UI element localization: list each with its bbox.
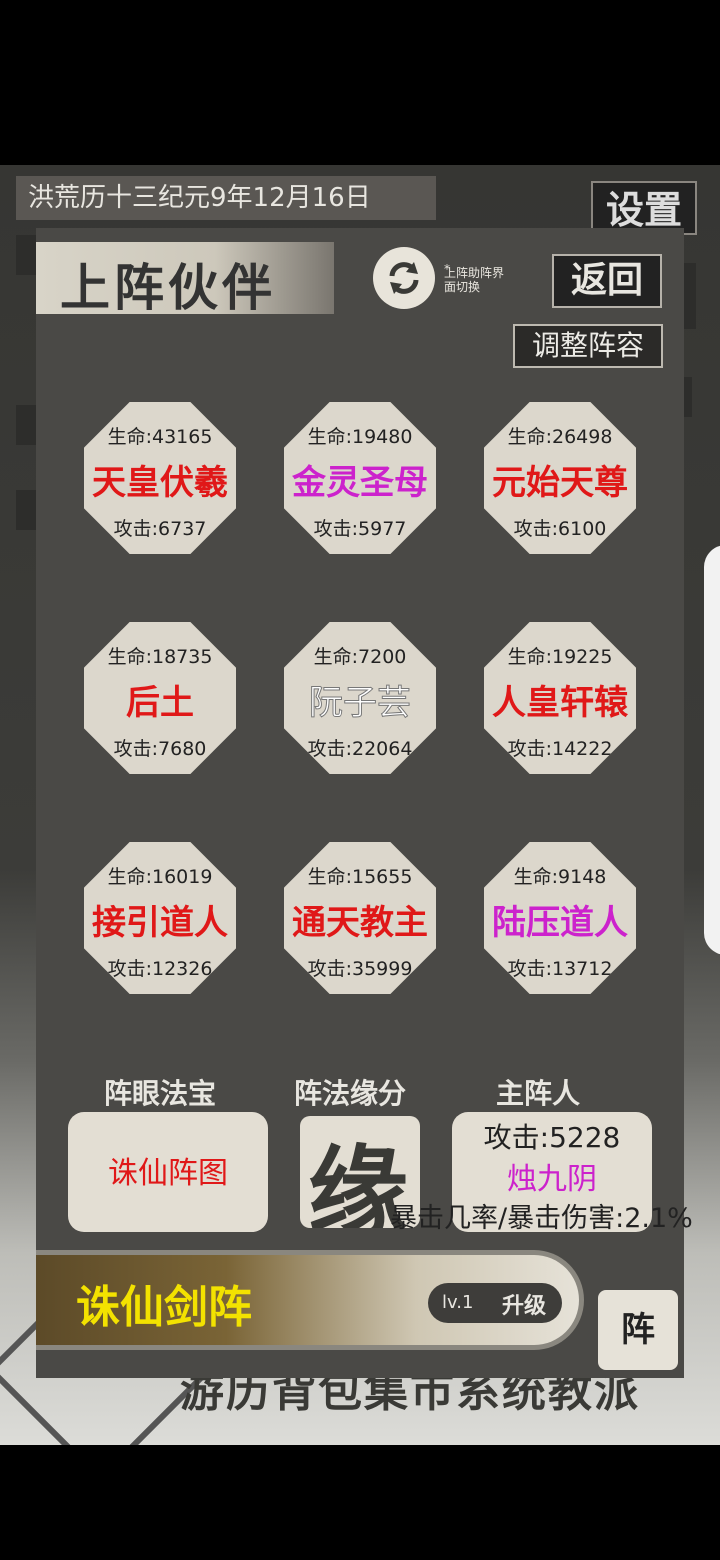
partner-hp: 生命:9148 bbox=[513, 866, 607, 888]
partner-attack: 攻击:5977 bbox=[313, 518, 407, 540]
settings-button[interactable]: 设置 bbox=[591, 181, 697, 235]
adjust-lineup-button[interactable]: 调整阵容 bbox=[513, 324, 663, 368]
partner-hp: 生命:7200 bbox=[313, 646, 407, 668]
treasure-name: 诛仙阵图 bbox=[108, 1156, 228, 1191]
partner-card[interactable]: 生命:9148 陆压道人攻击:13712 bbox=[484, 842, 636, 994]
main-label: 主阵人 bbox=[496, 1077, 581, 1110]
partner-hp: 生命:15655 bbox=[307, 866, 413, 888]
title-plate: 上阵伙伴 bbox=[36, 242, 334, 317]
partner-name: 接引道人 bbox=[92, 903, 228, 943]
partner-card[interactable]: 生命:15655 通天教主攻击:35999 bbox=[284, 842, 436, 994]
partner-name: 陆压道人 bbox=[492, 903, 628, 943]
partner-attack: 攻击:13712 bbox=[507, 958, 613, 980]
partner-hp: 生命:26498 bbox=[507, 426, 613, 448]
background-panel bbox=[684, 263, 696, 329]
side-drawer-tab[interactable] bbox=[704, 545, 720, 955]
fate-label: 阵法缘分 bbox=[294, 1077, 407, 1110]
partner-card[interactable]: 生命:19225 人皇轩辕攻击:14222 bbox=[484, 622, 636, 774]
partner-card[interactable]: 生命:19480 金灵圣母攻击:5977 bbox=[284, 402, 436, 554]
partner-name: 金灵圣母 bbox=[292, 463, 428, 503]
switch-hint: 上阵助阵界面切换 bbox=[444, 266, 505, 294]
back-button[interactable]: 返回 bbox=[552, 254, 662, 308]
panel-title: 上阵伙伴 bbox=[60, 258, 276, 317]
partner-name: 天皇伏羲 bbox=[92, 463, 228, 503]
main-name: 烛九阴 bbox=[507, 1162, 597, 1197]
partner-attack: 攻击:7680 bbox=[113, 738, 207, 760]
refresh-icon bbox=[389, 262, 419, 294]
formation-button[interactable]: 阵 bbox=[598, 1290, 678, 1370]
main-attack: 攻击:5228 bbox=[483, 1121, 621, 1154]
treasure-label: 阵眼法宝 bbox=[104, 1077, 217, 1110]
partner-attack: 攻击:6100 bbox=[513, 518, 607, 540]
partner-name: 阮子芸 bbox=[309, 683, 412, 724]
partner-attack: 攻击:6737 bbox=[113, 518, 207, 540]
partner-name: 通天教主 bbox=[292, 903, 428, 943]
partner-hp: 生命:18735 bbox=[107, 646, 213, 668]
partner-attack: 攻击:14222 bbox=[507, 738, 613, 760]
treasure-slot[interactable]: 诛仙阵图 bbox=[68, 1112, 268, 1232]
formation-name: 诛仙剑阵 bbox=[76, 1282, 252, 1333]
partner-card[interactable]: 生命:7200 阮子芸攻击:22064 bbox=[284, 622, 436, 774]
upgrade-pill[interactable]: lv.1 升级 bbox=[428, 1283, 562, 1323]
partner-card[interactable]: 生命:26498 元始天尊攻击:6100 bbox=[484, 402, 636, 554]
partner-hp: 生命:43165 bbox=[107, 426, 213, 448]
partner-hp: 生命:16019 bbox=[107, 866, 213, 888]
partner-name: 人皇轩辕 bbox=[492, 683, 628, 723]
upgrade-button[interactable]: 升级 bbox=[502, 1288, 546, 1320]
partner-attack: 攻击:12326 bbox=[107, 958, 213, 980]
background-panel bbox=[684, 377, 692, 417]
formation-level: lv.1 bbox=[442, 1292, 474, 1313]
partner-card[interactable]: 生命:43165 天皇伏羲攻击:6737 bbox=[84, 402, 236, 554]
partner-attack: 攻击:22064 bbox=[307, 738, 413, 760]
partner-hp: 生命:19480 bbox=[307, 426, 413, 448]
switch-view-button[interactable] bbox=[373, 247, 435, 309]
partner-name: 后土 bbox=[126, 683, 194, 723]
partner-card[interactable]: 生命:16019 接引道人攻击:12326 bbox=[84, 842, 236, 994]
partner-attack: 攻击:35999 bbox=[307, 958, 413, 980]
partner-name: 元始天尊 bbox=[492, 463, 628, 503]
date-display: 洪荒历十三纪元9年12月16日 bbox=[16, 176, 436, 220]
partner-card[interactable]: 生命:18735 后土攻击:7680 bbox=[84, 622, 236, 774]
crit-stat: 暴击几率/暴击伤害:2.1% bbox=[390, 1203, 693, 1234]
formation-bar: 诛仙剑阵 lv.1 升级 bbox=[36, 1250, 584, 1350]
partner-hp: 生命:19225 bbox=[507, 646, 613, 668]
